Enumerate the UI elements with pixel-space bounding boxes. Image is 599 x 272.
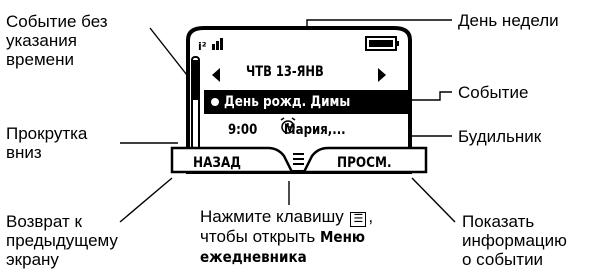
event-highlight — [204, 90, 409, 114]
callout-weekday: День недели — [458, 11, 559, 30]
calendar-menu-name-1: Меню — [319, 228, 365, 246]
softkey-right-shape — [301, 146, 428, 174]
menu-key-icon — [293, 153, 304, 165]
callout-scroll-down: Прокрутка вниз — [6, 124, 88, 162]
callout-event: Событие — [458, 83, 529, 102]
callout-back: Возврат к предыдущему экрану — [6, 212, 118, 269]
callout-menu-key: Нажмите клавишу ☰, чтобы открыть Меню еж… — [200, 207, 450, 267]
menu-key-glyph-icon: ☰ — [350, 212, 367, 227]
battery-icon — [365, 36, 399, 51]
callout-no-time-event: Событие без указания времени — [6, 12, 108, 69]
menu-key-comma: , — [368, 207, 374, 226]
svg-text:i²: i² — [198, 40, 207, 53]
callout-show-info: Показать информацию о событии — [462, 212, 567, 269]
phone-display: i² — [170, 26, 428, 174]
softkey-left-shape — [170, 146, 295, 174]
menu-key-open-text: чтобы открыть — [200, 227, 316, 246]
calendar-menu-name-2: ежедневника — [200, 248, 307, 266]
menu-key-instruction: Нажмите клавишу — [200, 207, 344, 226]
bullet-icon — [211, 98, 219, 106]
callout-alarm: Будильник — [458, 127, 542, 146]
